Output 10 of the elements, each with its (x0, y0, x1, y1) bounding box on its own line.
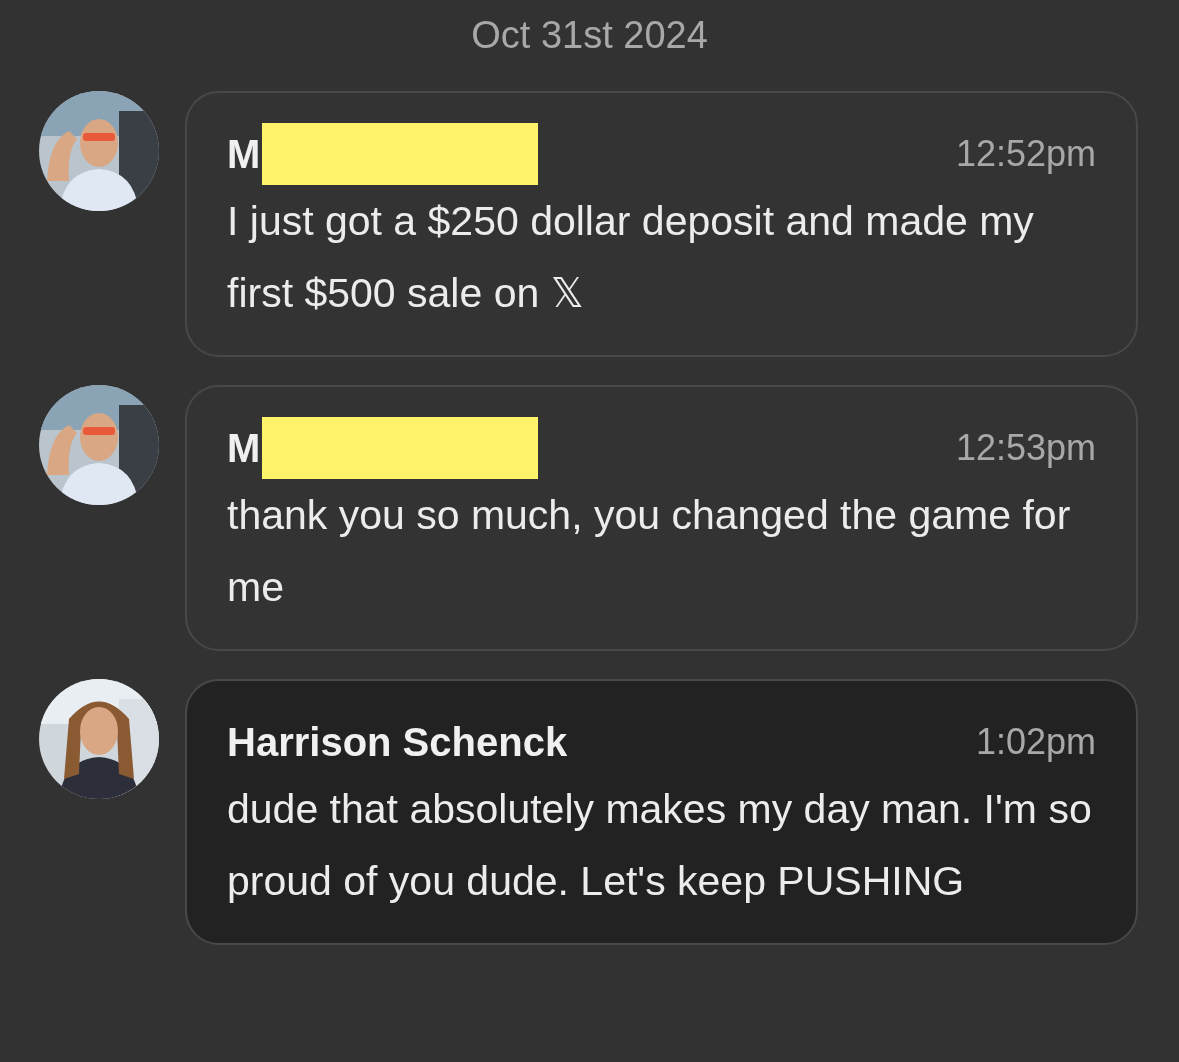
author-name: M (227, 425, 261, 471)
message-time: 12:53pm (955, 427, 1096, 469)
author-name: M (227, 131, 261, 177)
message-text: I just got a $250 dollar deposit and made my first $500 sale on 𝕏 (227, 198, 1034, 316)
date-divider: Oct 31st 2024 (471, 14, 708, 57)
author-name: Harrison Schenck (227, 719, 568, 765)
message-text: thank you so much, you changed the game for me (227, 492, 1071, 610)
message-time: 1:02pm (975, 721, 1096, 763)
message-text: dude that absolutely makes my day man. I'm so proud of you dude. Let's keep PUSHING (227, 786, 1092, 904)
message-time: 12:52pm (955, 133, 1096, 175)
